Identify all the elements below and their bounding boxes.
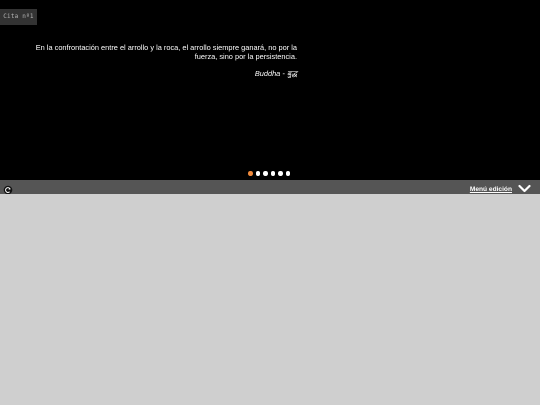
chevron-down-icon[interactable]	[518, 181, 531, 193]
refresh-icon[interactable]	[3, 182, 13, 195]
slider-dot-4[interactable]	[270, 171, 275, 176]
slider-dot-1[interactable]	[248, 171, 253, 176]
slider-dot-5[interactable]	[278, 171, 283, 176]
slider-dot-2[interactable]	[255, 171, 260, 176]
quote-number-tag: Cita nº1	[0, 9, 37, 25]
slider-dot-3[interactable]	[263, 171, 268, 176]
slider-pagination	[248, 171, 290, 177]
quote-author: Buddha - बुद्ध	[254, 69, 297, 78]
slider-dot-6[interactable]	[285, 171, 290, 176]
main-content-area	[0, 194, 540, 405]
edit-menu-link[interactable]: Menú edición	[470, 186, 512, 193]
quote-text: En la confrontación entre el arrollo y l…	[35, 43, 297, 61]
quote-slider: Cita nº1 En la confrontación entre el ar…	[0, 0, 540, 180]
edit-toolbar: Menú edición	[0, 180, 540, 195]
